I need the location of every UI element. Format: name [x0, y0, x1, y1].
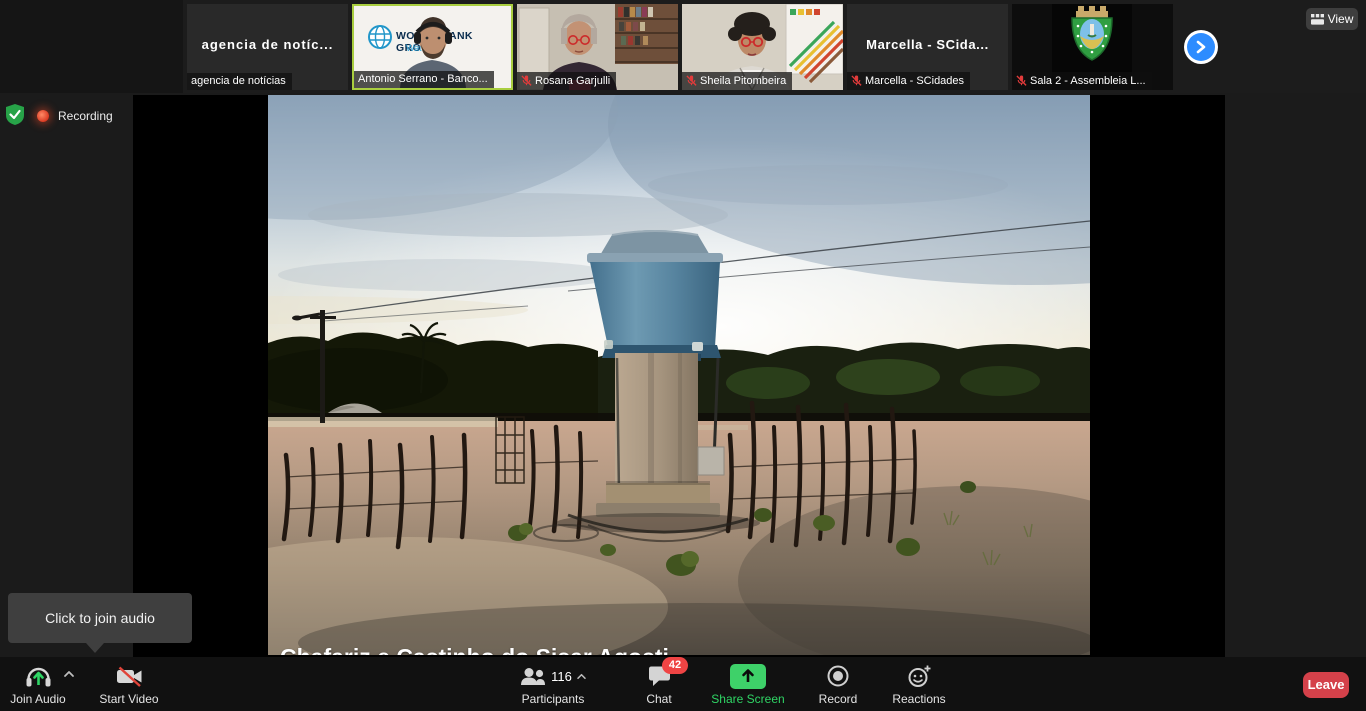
video-camera-off-icon — [116, 666, 143, 687]
video-tile-rosana[interactable]: Rosana Garjulli — [517, 4, 678, 90]
tile-name-label: Rosana Garjulli — [517, 72, 616, 90]
view-button-label: View — [1328, 12, 1354, 26]
headphones-icon — [25, 664, 52, 689]
tile-name-label: Marcella - SCidades — [847, 72, 970, 90]
join-audio-tooltip[interactable]: Click to join audio — [8, 593, 192, 643]
join-audio-button[interactable]: Join Audio — [2, 657, 74, 711]
zoom-meeting-window: agencia de notíc... agencia de notícias … — [0, 0, 1366, 711]
chevron-up-icon[interactable] — [63, 670, 75, 678]
shared-screen-caption: Chafariz e Castinho do Sisar Agosti... — [280, 644, 1040, 655]
recording-dot-icon — [37, 110, 49, 122]
meeting-toolbar: Join Audio Start Video — [0, 657, 1366, 711]
tile-name-label: agencia de notícias — [187, 73, 292, 90]
share-screen-button[interactable]: Share Screen — [690, 657, 806, 711]
view-button[interactable]: View — [1306, 8, 1358, 30]
reactions-button[interactable]: Reactions — [884, 657, 954, 711]
tile-name-label: Antonio Serrano - Banco... — [354, 71, 494, 88]
muted-mic-icon — [851, 74, 862, 87]
recording-label: Recording — [58, 109, 113, 123]
share-screen-icon — [730, 664, 766, 689]
water-tower-photo — [268, 95, 1090, 655]
video-tile-antonio[interactable]: WORLD BANK GROUP Water Antonio Serrano -… — [352, 4, 513, 90]
filmstrip-left-padding — [0, 0, 183, 93]
gallery-view-icon — [1311, 14, 1324, 25]
participants-count: 116 — [551, 669, 572, 684]
muted-mic-icon — [686, 74, 697, 87]
tile-display-name: Marcella - SCida... — [847, 37, 1008, 52]
record-icon — [826, 664, 850, 688]
participants-icon — [519, 667, 547, 686]
chat-button[interactable]: 42 Chat — [624, 657, 694, 711]
participants-button[interactable]: 116 Participants — [503, 657, 603, 711]
next-participants-page-button[interactable] — [1184, 30, 1218, 64]
video-filmstrip: agencia de notíc... agencia de notícias … — [0, 0, 1366, 93]
video-tile-sala2[interactable]: Sala 2 - Assembleia L... — [1012, 4, 1173, 90]
tooltip-arrow — [86, 643, 104, 653]
shared-screen-photo: Chafariz e Castinho do Sisar Agosti... — [268, 95, 1090, 655]
chevron-right-icon — [1187, 33, 1215, 61]
muted-mic-icon — [521, 74, 532, 87]
tile-display-name: agencia de notíc... — [187, 37, 348, 52]
video-tile-agencia[interactable]: agencia de notíc... agencia de notícias — [187, 4, 348, 90]
tile-name-label: Sala 2 - Assembleia L... — [1012, 72, 1152, 90]
tile-name-label: Sheila Pitombeira — [682, 72, 792, 90]
reactions-smiley-icon — [907, 664, 932, 688]
video-tile-marcella[interactable]: Marcella - SCida... Marcella - SCidades — [847, 4, 1008, 90]
record-button[interactable]: Record — [803, 657, 873, 711]
security-shield-icon[interactable] — [4, 103, 26, 131]
start-video-button[interactable]: Start Video — [92, 657, 166, 711]
chevron-up-icon[interactable] — [576, 673, 587, 680]
chat-unread-badge: 42 — [662, 657, 688, 674]
muted-mic-icon — [1016, 74, 1027, 87]
shared-screen-stage: Chafariz e Castinho do Sisar Agosti... — [133, 95, 1225, 657]
leave-button[interactable]: Leave — [1303, 672, 1349, 698]
video-tile-sheila[interactable]: Sheila Pitombeira — [682, 4, 843, 90]
